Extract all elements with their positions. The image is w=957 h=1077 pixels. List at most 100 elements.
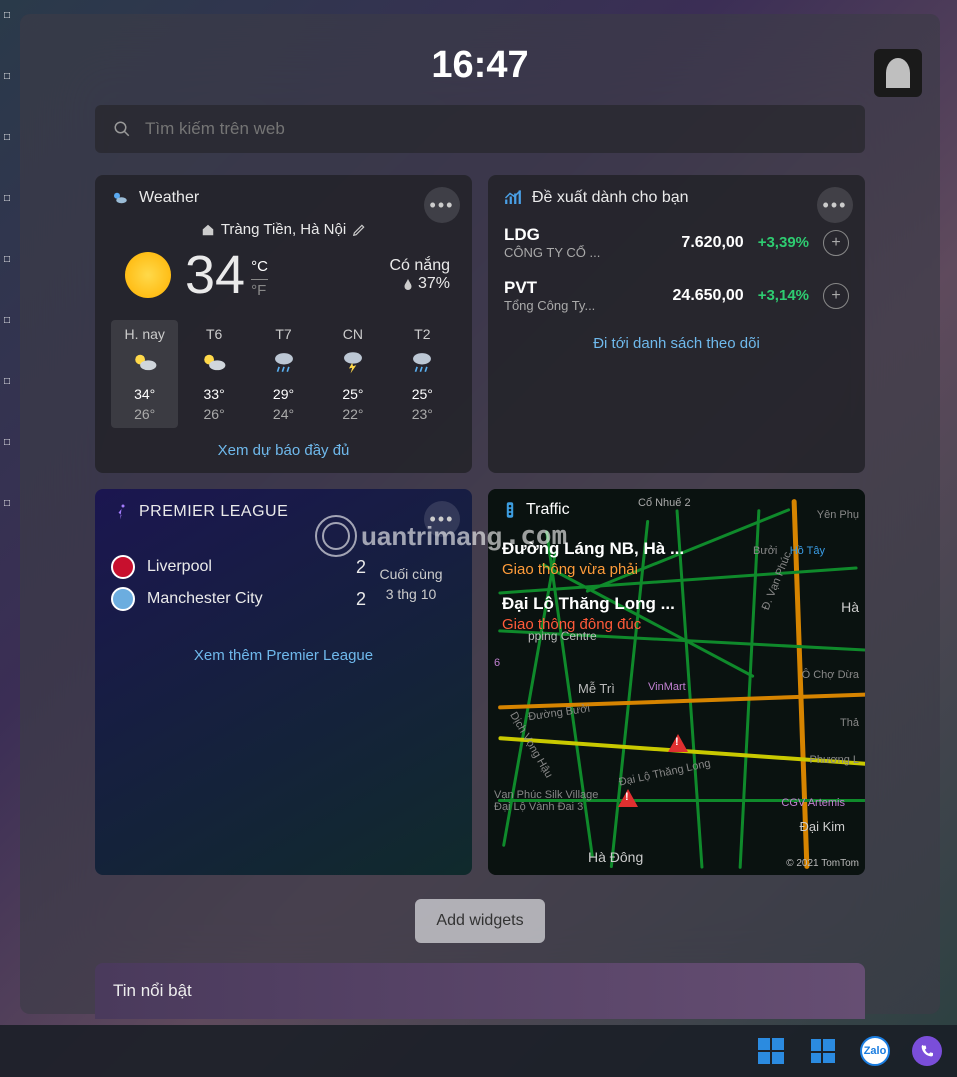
stocks-link[interactable]: Đi tới danh sách theo dõi xyxy=(504,335,849,352)
map-place: Đại Lộ Vành Đai 3 xyxy=(494,801,583,813)
day-name: CN xyxy=(321,326,384,342)
match-status: Cuối cùng xyxy=(366,566,456,582)
temp-high: 33° xyxy=(182,386,245,402)
temp-low: 26° xyxy=(113,406,176,422)
forecast-day[interactable]: CN25°22° xyxy=(319,320,386,428)
edit-icon[interactable] xyxy=(352,223,366,237)
temp-low: 23° xyxy=(391,406,454,422)
news-title: Tin nổi bật xyxy=(113,981,192,1001)
humidity: 37% xyxy=(418,275,450,293)
forecast-day[interactable]: T2 25° 23° xyxy=(389,320,456,428)
stock-change: +3,14% xyxy=(758,287,809,304)
news-card[interactable]: Tin nổi bật xyxy=(95,963,865,1019)
map-copyright: © 2021 TomTom xyxy=(786,858,859,869)
viber-app[interactable] xyxy=(911,1035,943,1067)
weather-title: Weather xyxy=(139,189,199,207)
map-place: CGV Artemis xyxy=(781,797,845,809)
clock-time: 16:47 xyxy=(40,44,920,87)
widgets-taskbar-button[interactable] xyxy=(807,1035,839,1067)
sports-link[interactable]: Xem thêm Premier League xyxy=(111,647,456,664)
match-row: Manchester City 2 xyxy=(111,587,366,611)
temp-low: 24° xyxy=(252,406,315,422)
match-date: 3 thg 10 xyxy=(366,586,456,602)
desktop-icons: □□□□□□□□□ xyxy=(4,0,10,509)
traffic-map[interactable]: Cổ Nhuế 2 Yên Phụ Hồ Tây Bưởi Hà Ô Chợ D… xyxy=(488,489,865,875)
alert-icon xyxy=(618,789,638,807)
forecast-day[interactable]: T633°26° xyxy=(180,320,247,428)
traffic-status-2: Giao thông đông đúc xyxy=(502,616,684,633)
traffic-route-2: Đại Lộ Thăng Long ... xyxy=(502,594,684,614)
avatar[interactable] xyxy=(874,49,922,97)
temp-high: 25° xyxy=(321,386,384,402)
current-temp: 34 xyxy=(185,244,245,306)
add-stock-button[interactable]: + xyxy=(823,283,849,309)
map-place: Hồ Tây xyxy=(790,545,825,557)
stock-company: Tổng Công Ty... xyxy=(504,298,659,313)
weather-more-button[interactable]: ••• xyxy=(424,187,460,223)
map-place: Ô Chợ Dừa xyxy=(802,669,859,681)
match-row: Liverpool 2 xyxy=(111,555,366,579)
search-box[interactable] xyxy=(95,105,865,153)
map-place: Vạn Phúc Silk Village xyxy=(494,789,598,801)
map-place: Phương L xyxy=(810,754,859,766)
home-icon xyxy=(201,223,215,237)
map-place: Mễ Trì xyxy=(578,681,615,696)
thunder-icon xyxy=(321,348,384,376)
running-icon xyxy=(111,503,129,521)
widgets-panel: 16:47 Weather ••• Tràng Tiền, Hà Nội 34 … xyxy=(20,14,940,1014)
celsius-toggle[interactable]: °C xyxy=(251,258,268,277)
team-name: Manchester City xyxy=(147,590,346,608)
club-badge xyxy=(111,555,135,579)
map-place: 6 xyxy=(494,657,500,669)
team-score: 2 xyxy=(356,557,366,578)
sports-card: PREMIER LEAGUE ••• Liverpool2Manchester … xyxy=(95,489,472,875)
forecast-day[interactable]: H. nay 34° 26° xyxy=(111,320,178,428)
weather-link[interactable]: Xem dự báo đầy đủ xyxy=(111,442,456,459)
map-place: Bưởi xyxy=(753,545,777,557)
droplet-icon xyxy=(402,277,414,291)
stock-row[interactable]: LDGCÔNG TY CỔ ...7.620,00+3,39%+ xyxy=(504,225,849,260)
sports-title: PREMIER LEAGUE xyxy=(139,503,288,521)
sun-icon xyxy=(125,252,171,298)
alert-icon xyxy=(668,734,688,752)
team-score: 2 xyxy=(356,589,366,610)
add-widgets-button[interactable]: Add widgets xyxy=(415,899,545,943)
stocks-more-button[interactable]: ••• xyxy=(817,187,853,223)
search-icon xyxy=(113,120,131,138)
day-name: T2 xyxy=(391,326,454,342)
weather-condition: Có nắng xyxy=(390,257,451,275)
temp-high: 34° xyxy=(113,386,176,402)
weather-card: Weather ••• Tràng Tiền, Hà Nội 34 °C °F … xyxy=(95,175,472,473)
fahrenheit-toggle[interactable]: °F xyxy=(251,282,268,299)
traffic-status-1: Giao thông vừa phải xyxy=(502,561,684,578)
map-place: Thả xyxy=(840,717,859,729)
rain-icon xyxy=(391,348,454,376)
traffic-light-icon xyxy=(502,501,518,519)
day-name: T6 xyxy=(182,326,245,342)
zalo-app[interactable]: Zalo xyxy=(859,1035,891,1067)
map-place: Cổ Nhuế 2 xyxy=(638,497,691,509)
add-stock-button[interactable]: + xyxy=(823,230,849,256)
traffic-card: Traffic ••• xyxy=(488,489,865,875)
sun-cloud-icon xyxy=(113,348,176,376)
forecast-day[interactable]: T7 29° 24° xyxy=(250,320,317,428)
stocks-card: Đề xuất dành cho bạn ••• LDGCÔNG TY CỔ .… xyxy=(488,175,865,473)
sun-cloud-icon xyxy=(182,348,245,376)
stock-change: +3,39% xyxy=(758,234,809,251)
team-name: Liverpool xyxy=(147,558,346,576)
stock-company: CÔNG TY CỔ ... xyxy=(504,245,667,260)
taskbar: Zalo xyxy=(0,1025,957,1077)
map-place: Đ. Vạn Phúc xyxy=(760,550,794,612)
temp-high: 29° xyxy=(252,386,315,402)
map-place: VinMart xyxy=(648,681,686,693)
map-place: Hà xyxy=(841,599,859,615)
search-input[interactable] xyxy=(145,119,847,139)
sports-more-button[interactable]: ••• xyxy=(424,501,460,537)
weather-location: Tràng Tiền, Hà Nội xyxy=(221,221,346,238)
chart-icon xyxy=(504,189,522,207)
start-button[interactable] xyxy=(755,1035,787,1067)
day-name: H. nay xyxy=(113,326,176,342)
stock-row[interactable]: PVTTổng Công Ty...24.650,00+3,14%+ xyxy=(504,278,849,313)
temp-high: 25° xyxy=(391,386,454,402)
day-name: T7 xyxy=(252,326,315,342)
